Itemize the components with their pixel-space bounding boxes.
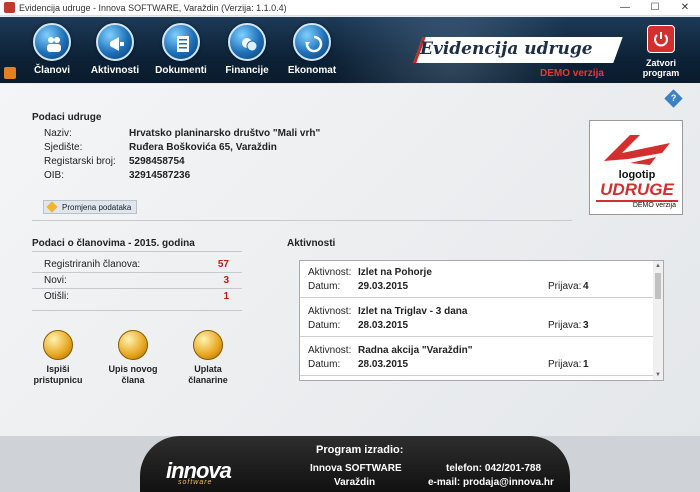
toolbar-activities-label: Aktivnosti bbox=[90, 65, 140, 76]
toolbar-documents-label: Dokumenti bbox=[155, 65, 207, 76]
company-city: Varaždin bbox=[334, 477, 376, 488]
members-section-title: Podaci o članovima - 2015. godina bbox=[32, 238, 195, 249]
exit-program-label: Zatvori program bbox=[642, 58, 680, 78]
demo-label: DEMO verzija bbox=[540, 68, 604, 79]
scroll-thumb[interactable] bbox=[655, 273, 661, 299]
brand-title: Evidencija udruge bbox=[420, 39, 593, 59]
add-member-button[interactable]: Upis novog člana bbox=[101, 330, 165, 386]
activity-item[interactable]: Aktivnost: Izlet na Pohorje Datum: 29.03… bbox=[300, 261, 654, 298]
activities-list: Aktivnost: Izlet na Pohorje Datum: 29.03… bbox=[299, 260, 664, 381]
scroll-down-icon[interactable]: ▼ bbox=[653, 370, 663, 380]
members-icon bbox=[33, 23, 71, 61]
pencil-icon bbox=[46, 201, 58, 213]
main-panel: ? Podaci udruge Naziv: Hrvatsko planinar… bbox=[0, 84, 700, 436]
power-icon bbox=[647, 25, 675, 53]
payment-icon bbox=[193, 330, 223, 360]
title-bar: Evidencija udruge - Innova SOFTWARE, Var… bbox=[0, 0, 700, 16]
pay-membership-button[interactable]: Uplata članarine bbox=[176, 330, 240, 386]
minimize-button[interactable]: — bbox=[610, 0, 640, 16]
print-form-icon bbox=[43, 330, 73, 360]
logo-symbol bbox=[604, 135, 670, 165]
exit-program-button[interactable]: Zatvori program bbox=[628, 25, 694, 78]
company-name: Innova SOFTWARE bbox=[310, 463, 402, 474]
print-application-button[interactable]: Ispiši pristupnicu bbox=[26, 330, 90, 386]
innova-logo-sub: software bbox=[178, 479, 213, 486]
scroll-up-icon[interactable]: ▲ bbox=[653, 261, 663, 271]
edit-data-label: Promjena podataka bbox=[62, 202, 132, 212]
toolbar-activities-button[interactable]: Aktivnosti bbox=[85, 23, 145, 81]
app-icon bbox=[4, 2, 15, 13]
add-member-icon bbox=[118, 330, 148, 360]
activity-item[interactable]: Aktivnost: Radna akcija "Varaždin" Datum… bbox=[300, 339, 654, 376]
toolbar-finance-button[interactable]: Financije bbox=[217, 23, 277, 81]
toolbar-economat-button[interactable]: Ekonomat bbox=[282, 23, 342, 81]
main-toolbar: Članovi Aktivnosti Dokumenti Financije E… bbox=[0, 17, 700, 83]
company-email: e-mail: prodaja@innova.hr bbox=[428, 477, 554, 488]
edit-data-button[interactable]: Promjena podataka bbox=[43, 200, 137, 214]
help-icon[interactable]: ? bbox=[664, 89, 683, 108]
activities-scrollbar[interactable]: ▲ ▼ bbox=[653, 261, 663, 380]
toolbar-documents-button[interactable]: Dokumenti bbox=[151, 23, 211, 81]
activities-section-title: Aktivnosti bbox=[287, 238, 336, 249]
activity-item[interactable]: Aktivnost: Izlet na Triglav - 3 dana Dat… bbox=[300, 300, 654, 337]
coins-icon bbox=[228, 23, 266, 61]
made-by-label: Program izradio: bbox=[316, 444, 404, 456]
recycle-icon bbox=[293, 23, 331, 61]
window-title: Evidencija udruge - Innova SOFTWARE, Var… bbox=[19, 2, 287, 13]
documents-icon bbox=[162, 23, 200, 61]
maximize-button[interactable]: ☐ bbox=[640, 0, 670, 16]
toolbar-members-label: Članovi bbox=[33, 65, 71, 76]
org-logo: logotip UDRUGE DEMO verzija bbox=[589, 120, 683, 215]
close-button[interactable]: ✕ bbox=[670, 0, 700, 16]
company-phone: telefon: 042/201-788 bbox=[446, 463, 542, 474]
footer: innova software Program izradio: Innova … bbox=[0, 436, 700, 492]
org-section-title: Podaci udruge bbox=[32, 112, 102, 123]
toolbar-members-button[interactable]: Članovi bbox=[22, 23, 82, 81]
megaphone-icon bbox=[96, 23, 134, 61]
home-icon[interactable] bbox=[4, 67, 16, 79]
toolbar-finance-label: Financije bbox=[225, 65, 269, 76]
toolbar-economat-label: Ekonomat bbox=[287, 65, 337, 76]
